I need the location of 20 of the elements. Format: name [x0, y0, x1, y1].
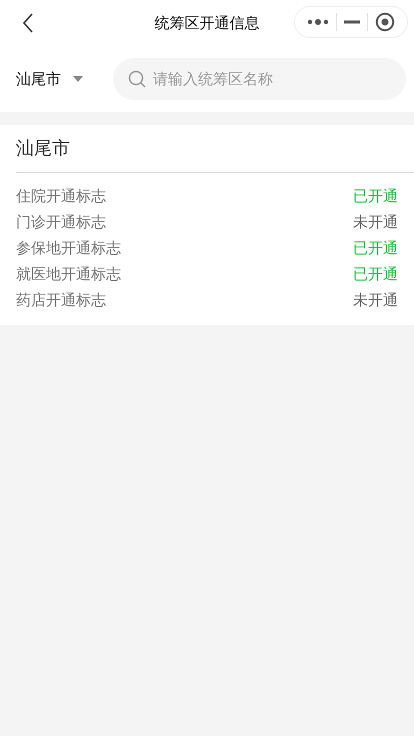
more-icon[interactable]	[306, 18, 329, 26]
page-title: 统筹区开通信息	[154, 14, 260, 32]
card-title: 汕尾市	[16, 125, 414, 173]
row-label: 参保地开通标志	[16, 238, 121, 258]
row-label: 药店开通标志	[16, 290, 106, 310]
status-text: 已开通	[353, 238, 398, 258]
city-dropdown[interactable]: 汕尾市	[16, 70, 113, 88]
status-text: 已开通	[353, 264, 398, 284]
minimize-icon[interactable]	[344, 20, 360, 24]
back-icon[interactable]	[22, 13, 34, 33]
status-text: 未开通	[353, 290, 398, 310]
row-label: 就医地开通标志	[16, 264, 121, 284]
status-text: 已开通	[353, 186, 398, 206]
row-label: 住院开通标志	[16, 186, 106, 206]
close-icon[interactable]	[375, 12, 396, 32]
status-text: 未开通	[353, 212, 398, 232]
row-label: 门诊开通标志	[16, 212, 106, 232]
search-field[interactable]: 请输入统筹区名称	[113, 58, 406, 100]
search-icon	[128, 70, 146, 88]
caret-icon	[73, 76, 83, 82]
